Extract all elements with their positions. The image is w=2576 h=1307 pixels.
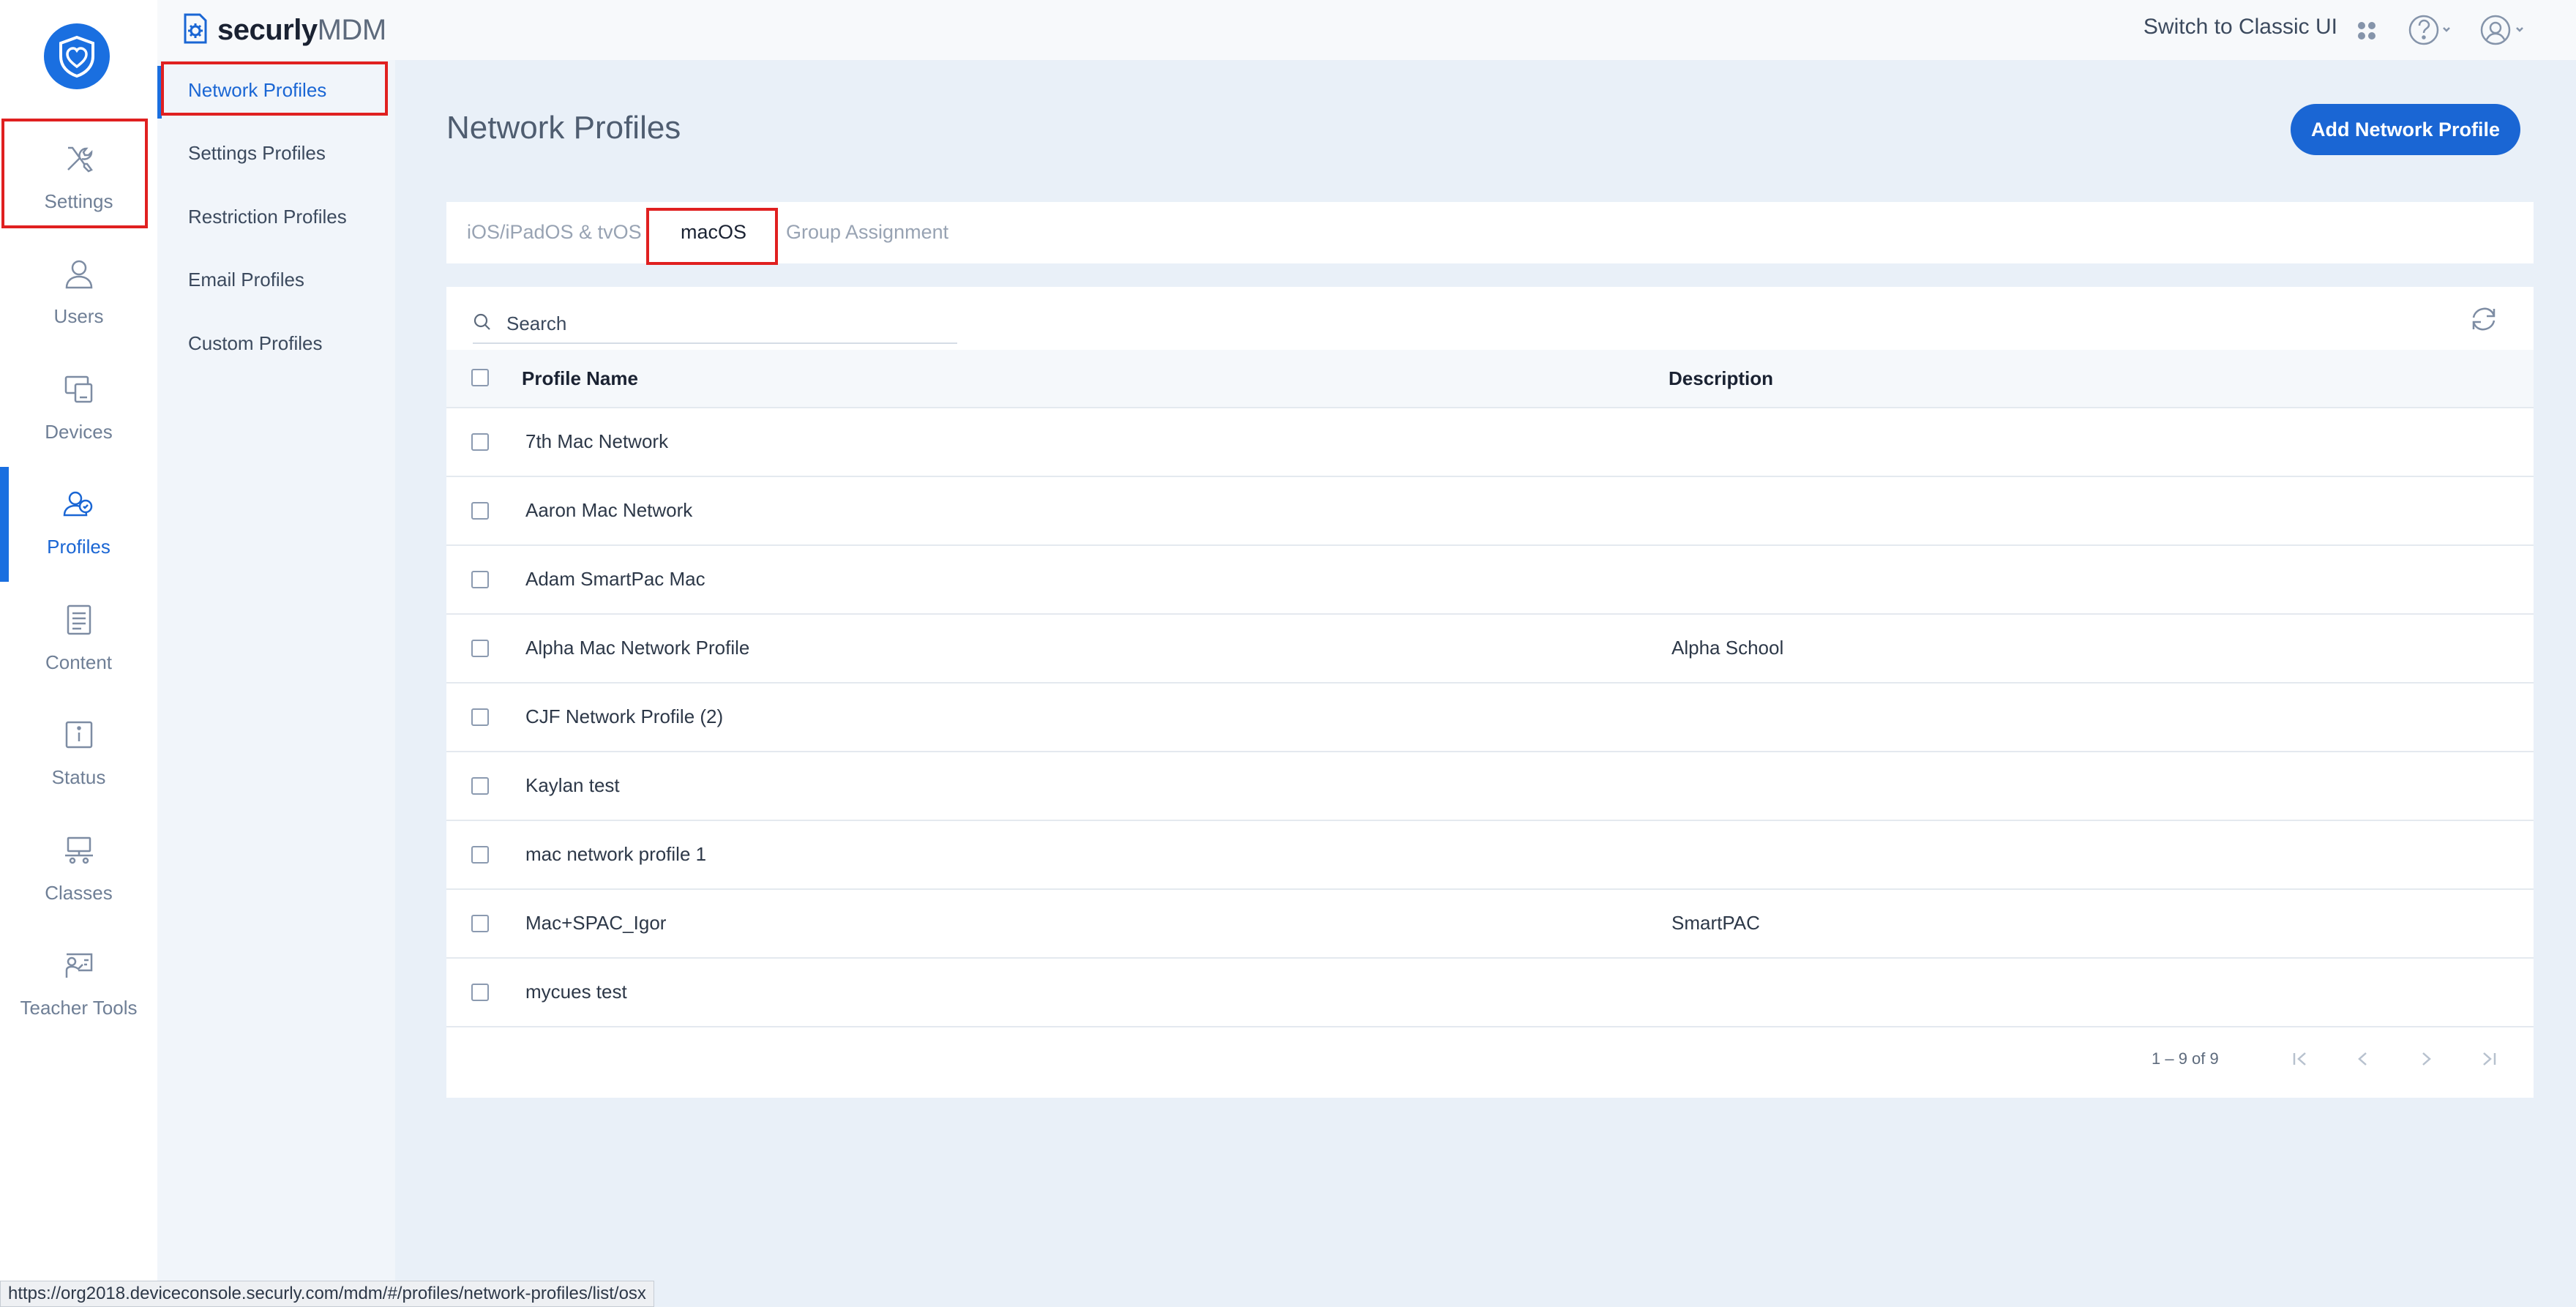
previous-page-icon[interactable]	[2351, 1046, 2375, 1071]
row-checkbox[interactable]	[471, 777, 489, 795]
row-checkbox[interactable]	[471, 433, 489, 451]
row-checkbox[interactable]	[471, 502, 489, 520]
search-icon	[473, 312, 492, 335]
devices-icon	[59, 370, 99, 409]
rail-label: Teacher Tools	[20, 997, 138, 1019]
refresh-icon[interactable]	[2468, 303, 2500, 335]
rail-label: Classes	[45, 882, 113, 904]
annotation-box-network-profiles	[161, 61, 388, 116]
table-header: Profile Name Description	[446, 350, 2534, 408]
classroom-icon	[59, 831, 99, 870]
profiles-table: Profile Name Description 7th Mac Network…	[446, 287, 2534, 1098]
rail-item-profiles[interactable]: Profiles	[0, 468, 157, 578]
brand-strong: securly	[217, 13, 318, 46]
brand-logo[interactable]: securlyMDM	[181, 10, 386, 50]
subnav-item-settings-profiles[interactable]: Settings Profiles	[188, 142, 326, 165]
profile-name-cell[interactable]: mac network profile 1	[525, 843, 706, 866]
table-row[interactable]: mycues test	[446, 959, 2534, 1027]
rail-item-status[interactable]: Status	[0, 699, 157, 809]
add-network-profile-button[interactable]: Add Network Profile	[2291, 104, 2520, 155]
row-checkbox[interactable]	[471, 708, 489, 726]
teacher-icon	[59, 945, 99, 985]
column-header-description[interactable]: Description	[1669, 367, 1773, 390]
rail-label: Users	[53, 305, 104, 327]
help-icon[interactable]	[2408, 12, 2452, 48]
subnav-item-restriction-profiles[interactable]: Restriction Profiles	[188, 206, 347, 228]
table-row[interactable]: Kaylan test	[446, 752, 2534, 821]
column-header-profile-name[interactable]: Profile Name	[522, 367, 638, 390]
top-bar: securlyMDM Switch to Classic UI	[157, 0, 2576, 60]
profile-name-cell[interactable]: Aaron Mac Network	[525, 499, 692, 522]
row-checkbox[interactable]	[471, 571, 489, 588]
profile-name-cell[interactable]: mycues test	[525, 981, 627, 1003]
rail-item-teacher-tools[interactable]: Teacher Tools	[0, 929, 157, 1039]
document-icon	[59, 600, 99, 640]
profiles-icon	[59, 484, 99, 524]
account-icon[interactable]	[2478, 12, 2529, 48]
profile-name-cell[interactable]: CJF Network Profile (2)	[525, 705, 723, 728]
pagination-range: 1 – 9 of 9	[2152, 1049, 2219, 1068]
gear-doc-icon	[181, 12, 210, 49]
select-all-checkbox[interactable]	[471, 369, 489, 386]
profile-name-cell[interactable]: Alpha Mac Network Profile	[525, 637, 749, 659]
switch-classic-ui-link[interactable]: Switch to Classic UI	[2143, 15, 2337, 40]
table-row[interactable]: mac network profile 1	[446, 821, 2534, 890]
subnav-item-custom-profiles[interactable]: Custom Profiles	[188, 332, 323, 355]
brand-name: securlyMDM	[217, 14, 386, 47]
search-box	[473, 304, 957, 344]
table-row[interactable]: Adam SmartPac Mac	[446, 546, 2534, 615]
table-row[interactable]: Aaron Mac Network	[446, 477, 2534, 546]
rail-label: Content	[45, 651, 113, 673]
table-row[interactable]: CJF Network Profile (2)	[446, 684, 2534, 752]
first-page-icon[interactable]	[2288, 1046, 2313, 1071]
annotation-box-macos	[646, 208, 778, 265]
rail-item-classes[interactable]: Classes	[0, 814, 157, 924]
apps-grid-icon[interactable]	[2352, 16, 2381, 45]
search-input[interactable]	[505, 311, 947, 336]
shield-heart-icon[interactable]	[44, 23, 110, 89]
row-checkbox[interactable]	[471, 640, 489, 657]
info-icon	[59, 715, 99, 754]
subnav-item-email-profiles[interactable]: Email Profiles	[188, 269, 304, 291]
profile-name-cell[interactable]: Adam SmartPac Mac	[525, 568, 705, 591]
brand-light: MDM	[317, 13, 387, 46]
table-row[interactable]: Mac+SPAC_Igor SmartPAC	[446, 890, 2534, 959]
secondary-nav: Network Profiles Settings Profiles Restr…	[157, 0, 395, 1307]
rail-item-devices[interactable]: Devices	[0, 353, 157, 463]
row-checkbox[interactable]	[471, 984, 489, 1001]
tab-group-assignment[interactable]: Group Assignment	[786, 221, 948, 244]
user-icon	[59, 254, 99, 293]
platform-tabs: iOS/iPadOS & tvOS macOS Group Assignment	[446, 202, 2534, 265]
browser-status-url: https://org2018.deviceconsole.securly.co…	[0, 1281, 654, 1307]
description-cell: Alpha School	[1671, 637, 1784, 659]
profile-name-cell[interactable]: Mac+SPAC_Igor	[525, 912, 666, 935]
row-checkbox[interactable]	[471, 846, 489, 864]
table-row[interactable]: Alpha Mac Network Profile Alpha School	[446, 615, 2534, 684]
next-page-icon[interactable]	[2414, 1046, 2438, 1071]
description-cell: SmartPAC	[1671, 912, 1760, 934]
rail-label: Status	[51, 766, 106, 788]
rail-label: Devices	[45, 421, 113, 443]
table-row[interactable]: 7th Mac Network	[446, 408, 2534, 477]
last-page-icon[interactable]	[2476, 1046, 2501, 1071]
page-title: Network Profiles	[446, 110, 681, 146]
profile-name-cell[interactable]: Kaylan test	[525, 774, 620, 797]
profile-name-cell[interactable]: 7th Mac Network	[525, 430, 668, 453]
primary-nav-rail: Settings Users Devices Profiles Content …	[0, 0, 157, 1307]
annotation-box-settings	[1, 119, 148, 228]
rail-item-content[interactable]: Content	[0, 584, 157, 694]
rail-label: Profiles	[47, 536, 111, 558]
rail-item-users[interactable]: Users	[0, 238, 157, 348]
row-checkbox[interactable]	[471, 915, 489, 932]
tab-ios-ipados-tvos[interactable]: iOS/iPadOS & tvOS	[467, 221, 642, 244]
